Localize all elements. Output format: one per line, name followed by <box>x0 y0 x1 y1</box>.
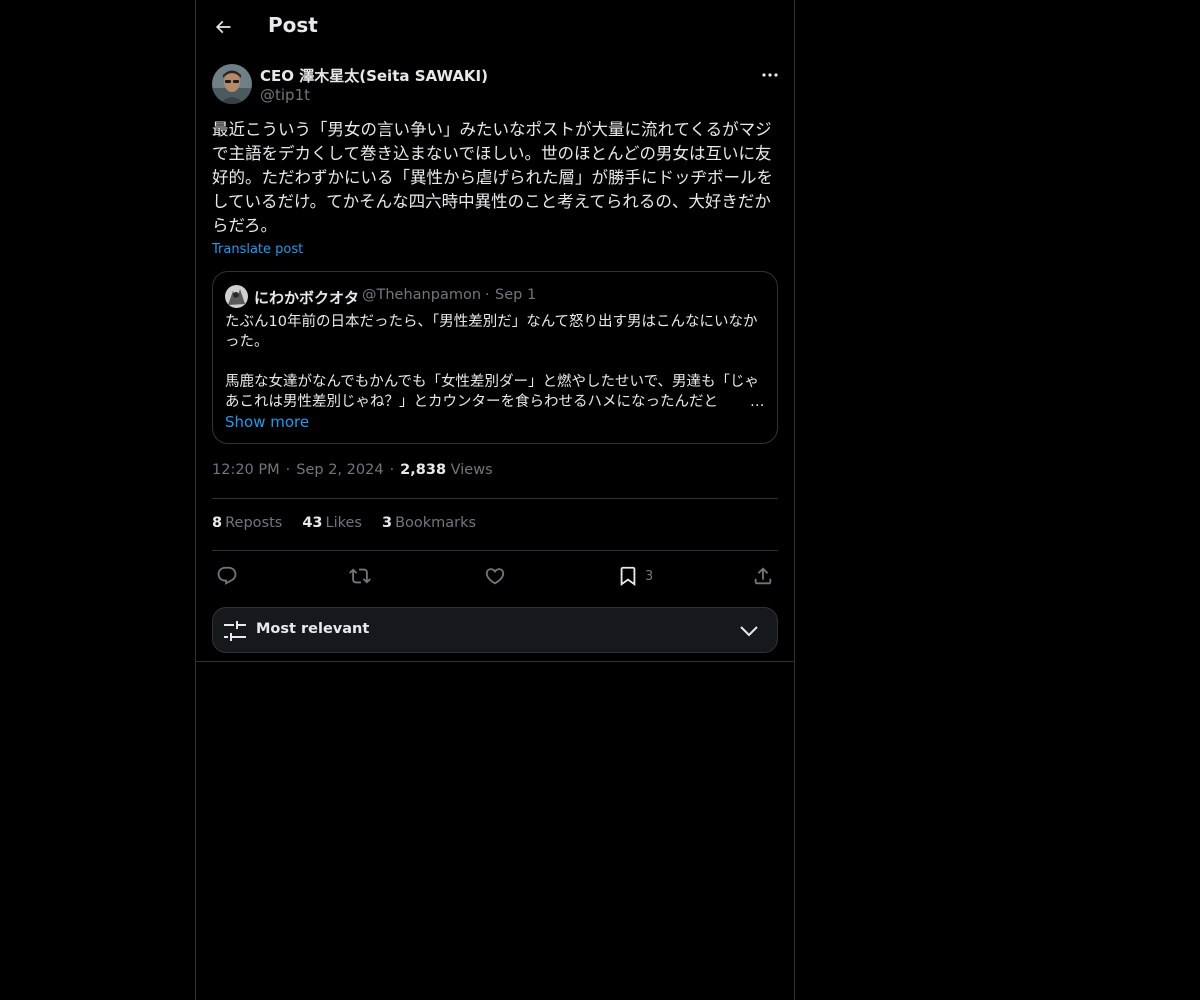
views-label: Views <box>450 462 493 478</box>
bookmarks-label: Bookmarks <box>395 515 477 531</box>
likes-count: 43 <box>302 515 323 531</box>
quote-author-name: にわかボクオタ <box>254 289 360 307</box>
views-count: 2,838 <box>400 462 447 478</box>
post-time[interactable]: 12:20 PM <box>212 462 280 478</box>
bookmark-icon <box>620 566 636 587</box>
repost-button[interactable] <box>349 562 371 590</box>
author-handle[interactable]: @tip1t <box>260 86 310 104</box>
bookmarks-stat[interactable]: 3 Bookmarks <box>382 515 476 531</box>
repost-icon <box>349 568 371 584</box>
meta-separator: · <box>389 462 395 478</box>
quote-avatar-image <box>225 285 248 308</box>
sort-label: Most relevant <box>256 621 370 637</box>
back-arrow-icon <box>215 20 231 34</box>
reply-sort-dropdown[interactable]: Most relevant <box>212 607 778 653</box>
likes-stat[interactable]: 43 Likes <box>302 515 362 531</box>
reposts-stat[interactable]: 8 Reposts <box>212 515 282 531</box>
quoted-post[interactable]: にわかボクオタ @Thehanpamon · Sep 1 たぶん10年前の日本だ… <box>212 271 778 444</box>
post-column: Post CEO 澤木星太(Seita SAWAKI) @tip1t 最近こうい… <box>195 0 795 1000</box>
more-dots-icon <box>762 73 778 77</box>
avatar-image <box>212 64 252 104</box>
page-title: Post <box>268 13 318 37</box>
share-button[interactable] <box>752 562 774 590</box>
translate-post-link[interactable]: Translate post <box>212 242 303 257</box>
sliders-icon <box>224 621 246 641</box>
reply-button[interactable] <box>216 562 238 590</box>
action-bar: 3 <box>212 562 778 590</box>
divider <box>212 498 778 499</box>
author-name[interactable]: CEO 澤木星太(Seita SAWAKI) <box>260 65 488 86</box>
post-date[interactable]: Sep 2, 2024 <box>296 462 383 478</box>
quote-separator: · <box>485 287 490 303</box>
column-bottom-border <box>196 661 794 662</box>
quote-date: Sep 1 <box>495 287 537 303</box>
heart-icon <box>485 568 505 585</box>
likes-label: Likes <box>325 515 362 531</box>
reposts-count: 8 <box>212 515 223 531</box>
bookmark-count: 3 <box>645 568 654 584</box>
chevron-down-icon <box>740 626 758 637</box>
share-icon <box>754 567 772 585</box>
reply-icon <box>217 566 237 585</box>
post-text: 最近こういう「男女の言い争い」みたいなポストが大量に流れてくるがマジで主語をデカ… <box>212 120 773 235</box>
post-author: CEO 澤木星太(Seita SAWAKI) @tip1t <box>212 64 780 108</box>
quote-text: たぶん10年前の日本だったら、「男性差別だ」なんて怒り出す男はこんなにいなかった… <box>225 314 760 410</box>
avatar[interactable] <box>212 64 252 104</box>
reposts-label: Reposts <box>225 515 283 531</box>
post-stats: 8 Reposts 43 Likes 3 Bookmarks <box>212 515 476 531</box>
show-more-link[interactable]: Show more <box>225 413 309 431</box>
back-button[interactable] <box>206 10 240 44</box>
bookmarks-count: 3 <box>381 515 393 531</box>
bookmark-button[interactable]: 3 <box>617 562 653 590</box>
divider <box>212 550 778 551</box>
like-button[interactable] <box>484 562 506 590</box>
more-options-button[interactable] <box>756 64 784 86</box>
quote-avatar <box>225 285 248 308</box>
post-header: Post <box>196 0 794 54</box>
meta-separator: · <box>285 462 291 478</box>
quote-ellipsis: … <box>750 392 765 412</box>
quote-author-handle: @Thehanpamon <box>362 287 482 303</box>
post-meta: 12:20 PM · Sep 2, 2024 · 2,838 Views <box>212 462 493 478</box>
